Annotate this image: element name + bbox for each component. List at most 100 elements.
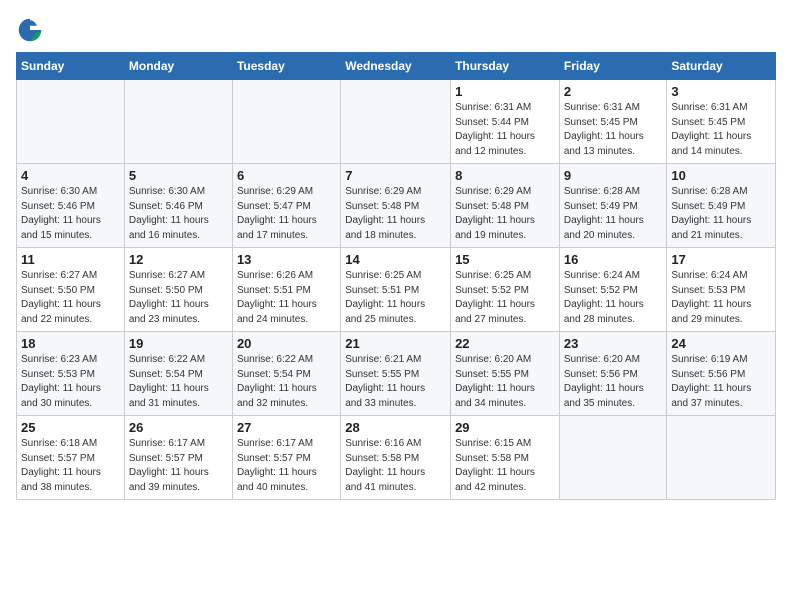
day-info: Sunrise: 6:25 AM Sunset: 5:52 PM Dayligh… bbox=[455, 269, 555, 327]
calendar-cell: 2 Sunrise: 6:31 AM Sunset: 5:45 PM Daylig… bbox=[559, 80, 667, 164]
day-info: Sunrise: 6:27 AM Sunset: 5:50 PM Dayligh… bbox=[21, 269, 120, 327]
calendar-cell: 5 Sunrise: 6:30 AM Sunset: 5:46 PM Daylig… bbox=[124, 164, 232, 248]
day-number: 23 bbox=[564, 336, 663, 351]
day-number: 18 bbox=[21, 336, 120, 351]
calendar-cell: 10 Sunrise: 6:28 AM Sunset: 5:49 PM Dayli… bbox=[667, 164, 776, 248]
day-number: 28 bbox=[345, 420, 446, 435]
day-number: 10 bbox=[671, 168, 771, 183]
calendar-cell: 9 Sunrise: 6:28 AM Sunset: 5:49 PM Daylig… bbox=[559, 164, 667, 248]
weekday-header-saturday: Saturday bbox=[667, 53, 776, 80]
day-info: Sunrise: 6:17 AM Sunset: 5:57 PM Dayligh… bbox=[237, 437, 336, 495]
day-info: Sunrise: 6:21 AM Sunset: 5:55 PM Dayligh… bbox=[345, 353, 446, 411]
calendar-cell bbox=[559, 416, 667, 500]
day-number: 3 bbox=[671, 84, 771, 99]
calendar-cell: 27 Sunrise: 6:17 AM Sunset: 5:57 PM Dayli… bbox=[232, 416, 340, 500]
calendar-cell bbox=[17, 80, 125, 164]
day-info: Sunrise: 6:30 AM Sunset: 5:46 PM Dayligh… bbox=[21, 185, 120, 243]
calendar-cell: 18 Sunrise: 6:23 AM Sunset: 5:53 PM Dayli… bbox=[17, 332, 125, 416]
day-number: 6 bbox=[237, 168, 336, 183]
calendar-cell: 1 Sunrise: 6:31 AM Sunset: 5:44 PM Daylig… bbox=[451, 80, 560, 164]
calendar-cell: 24 Sunrise: 6:19 AM Sunset: 5:56 PM Dayli… bbox=[667, 332, 776, 416]
calendar-cell: 15 Sunrise: 6:25 AM Sunset: 5:52 PM Dayli… bbox=[451, 248, 560, 332]
day-number: 1 bbox=[455, 84, 555, 99]
calendar-cell: 7 Sunrise: 6:29 AM Sunset: 5:48 PM Daylig… bbox=[341, 164, 451, 248]
page-header bbox=[16, 16, 776, 44]
calendar-cell bbox=[667, 416, 776, 500]
day-number: 7 bbox=[345, 168, 446, 183]
day-number: 21 bbox=[345, 336, 446, 351]
day-number: 26 bbox=[129, 420, 228, 435]
logo bbox=[16, 16, 48, 44]
day-info: Sunrise: 6:31 AM Sunset: 5:45 PM Dayligh… bbox=[564, 101, 663, 159]
calendar-cell: 23 Sunrise: 6:20 AM Sunset: 5:56 PM Dayli… bbox=[559, 332, 667, 416]
day-number: 2 bbox=[564, 84, 663, 99]
day-info: Sunrise: 6:29 AM Sunset: 5:48 PM Dayligh… bbox=[455, 185, 555, 243]
weekday-header-friday: Friday bbox=[559, 53, 667, 80]
day-number: 19 bbox=[129, 336, 228, 351]
calendar-cell: 21 Sunrise: 6:21 AM Sunset: 5:55 PM Dayli… bbox=[341, 332, 451, 416]
calendar-cell: 25 Sunrise: 6:18 AM Sunset: 5:57 PM Dayli… bbox=[17, 416, 125, 500]
weekday-header-sunday: Sunday bbox=[17, 53, 125, 80]
day-number: 8 bbox=[455, 168, 555, 183]
day-number: 5 bbox=[129, 168, 228, 183]
calendar-cell: 29Sunrise: 6:15 AM Sunset: 5:58 PM Dayli… bbox=[451, 416, 560, 500]
calendar-cell: 3 Sunrise: 6:31 AM Sunset: 5:45 PM Daylig… bbox=[667, 80, 776, 164]
calendar-cell: 17Sunrise: 6:24 AM Sunset: 5:53 PM Dayli… bbox=[667, 248, 776, 332]
day-number: 9 bbox=[564, 168, 663, 183]
day-number: 13 bbox=[237, 252, 336, 267]
calendar-cell bbox=[124, 80, 232, 164]
calendar-cell: 13 Sunrise: 6:26 AM Sunset: 5:51 PM Dayli… bbox=[232, 248, 340, 332]
calendar-cell: 28 Sunrise: 6:16 AM Sunset: 5:58 PM Dayli… bbox=[341, 416, 451, 500]
day-info: Sunrise: 6:22 AM Sunset: 5:54 PM Dayligh… bbox=[129, 353, 228, 411]
day-number: 15 bbox=[455, 252, 555, 267]
day-number: 22 bbox=[455, 336, 555, 351]
calendar-cell: 19 Sunrise: 6:22 AM Sunset: 5:54 PM Dayli… bbox=[124, 332, 232, 416]
day-info: Sunrise: 6:27 AM Sunset: 5:50 PM Dayligh… bbox=[129, 269, 228, 327]
calendar-cell bbox=[232, 80, 340, 164]
day-number: 20 bbox=[237, 336, 336, 351]
day-info: Sunrise: 6:16 AM Sunset: 5:58 PM Dayligh… bbox=[345, 437, 446, 495]
day-number: 27 bbox=[237, 420, 336, 435]
day-number: 25 bbox=[21, 420, 120, 435]
day-info: Sunrise: 6:29 AM Sunset: 5:48 PM Dayligh… bbox=[345, 185, 446, 243]
day-info: Sunrise: 6:19 AM Sunset: 5:56 PM Dayligh… bbox=[671, 353, 771, 411]
day-number: 24 bbox=[671, 336, 771, 351]
weekday-header-thursday: Thursday bbox=[451, 53, 560, 80]
day-info: Sunrise: 6:31 AM Sunset: 5:44 PM Dayligh… bbox=[455, 101, 555, 159]
day-info: Sunrise: 6:24 AM Sunset: 5:52 PM Dayligh… bbox=[564, 269, 663, 327]
calendar-cell: 16 Sunrise: 6:24 AM Sunset: 5:52 PM Dayli… bbox=[559, 248, 667, 332]
day-info: Sunrise: 6:28 AM Sunset: 5:49 PM Dayligh… bbox=[671, 185, 771, 243]
day-info: Sunrise: 6:17 AM Sunset: 5:57 PM Dayligh… bbox=[129, 437, 228, 495]
day-info: Sunrise: 6:25 AM Sunset: 5:51 PM Dayligh… bbox=[345, 269, 446, 327]
day-number: 4 bbox=[21, 168, 120, 183]
calendar-cell: 8 Sunrise: 6:29 AM Sunset: 5:48 PM Daylig… bbox=[451, 164, 560, 248]
day-info: Sunrise: 6:15 AM Sunset: 5:58 PM Dayligh… bbox=[455, 437, 555, 495]
weekday-header-tuesday: Tuesday bbox=[232, 53, 340, 80]
day-info: Sunrise: 6:22 AM Sunset: 5:54 PM Dayligh… bbox=[237, 353, 336, 411]
day-info: Sunrise: 6:24 AM Sunset: 5:53 PM Dayligh… bbox=[671, 269, 771, 327]
calendar-cell: 20 Sunrise: 6:22 AM Sunset: 5:54 PM Dayli… bbox=[232, 332, 340, 416]
calendar-cell: 26 Sunrise: 6:17 AM Sunset: 5:57 PM Dayli… bbox=[124, 416, 232, 500]
day-number: 16 bbox=[564, 252, 663, 267]
calendar-cell: 14 Sunrise: 6:25 AM Sunset: 5:51 PM Dayli… bbox=[341, 248, 451, 332]
day-info: Sunrise: 6:29 AM Sunset: 5:47 PM Dayligh… bbox=[237, 185, 336, 243]
calendar-cell bbox=[341, 80, 451, 164]
calendar-cell: 4 Sunrise: 6:30 AM Sunset: 5:46 PM Daylig… bbox=[17, 164, 125, 248]
day-info: Sunrise: 6:18 AM Sunset: 5:57 PM Dayligh… bbox=[21, 437, 120, 495]
calendar-cell: 6 Sunrise: 6:29 AM Sunset: 5:47 PM Daylig… bbox=[232, 164, 340, 248]
calendar-cell: 12 Sunrise: 6:27 AM Sunset: 5:50 PM Dayli… bbox=[124, 248, 232, 332]
day-info: Sunrise: 6:30 AM Sunset: 5:46 PM Dayligh… bbox=[129, 185, 228, 243]
calendar-cell: 22 Sunrise: 6:20 AM Sunset: 5:55 PM Dayli… bbox=[451, 332, 560, 416]
calendar-cell: 11 Sunrise: 6:27 AM Sunset: 5:50 PM Dayli… bbox=[17, 248, 125, 332]
day-info: Sunrise: 6:26 AM Sunset: 5:51 PM Dayligh… bbox=[237, 269, 336, 327]
day-info: Sunrise: 6:20 AM Sunset: 5:55 PM Dayligh… bbox=[455, 353, 555, 411]
day-info: Sunrise: 6:31 AM Sunset: 5:45 PM Dayligh… bbox=[671, 101, 771, 159]
day-info: Sunrise: 6:23 AM Sunset: 5:53 PM Dayligh… bbox=[21, 353, 120, 411]
day-number: 14 bbox=[345, 252, 446, 267]
day-number: 11 bbox=[21, 252, 120, 267]
calendar-table: SundayMondayTuesdayWednesdayThursdayFrid… bbox=[16, 52, 776, 500]
day-info: Sunrise: 6:20 AM Sunset: 5:56 PM Dayligh… bbox=[564, 353, 663, 411]
weekday-header-wednesday: Wednesday bbox=[341, 53, 451, 80]
day-number: 12 bbox=[129, 252, 228, 267]
day-info: Sunrise: 6:28 AM Sunset: 5:49 PM Dayligh… bbox=[564, 185, 663, 243]
